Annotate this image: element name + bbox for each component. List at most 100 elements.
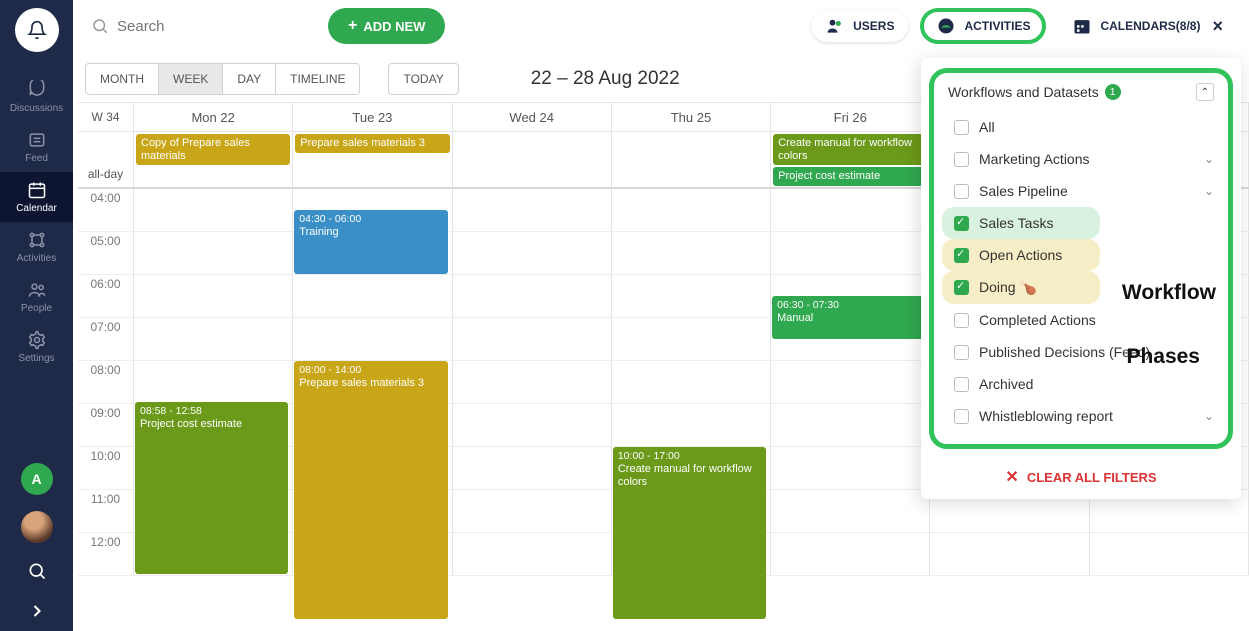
checkbox[interactable] (954, 280, 969, 295)
sidebar-search-button[interactable] (27, 561, 47, 581)
calendar-event[interactable]: 04:30 - 06:00Training (294, 210, 447, 274)
people-icon (27, 280, 47, 300)
tab-month[interactable]: MONTH (86, 64, 159, 94)
close-icon[interactable]: × (1212, 16, 1223, 37)
time-label: 04:00 (78, 189, 134, 231)
checkbox[interactable] (954, 152, 969, 167)
calendar-small-icon (1072, 16, 1092, 36)
filters-title-row[interactable]: Workflows and Datasets 1 ⌃ (942, 83, 1220, 111)
close-icon: ✕ (1005, 467, 1018, 487)
sidebar-label: Settings (18, 353, 54, 364)
sidebar-label: People (21, 303, 52, 314)
checkbox[interactable] (954, 248, 969, 263)
checkbox[interactable] (954, 313, 969, 328)
avatar-letter[interactable]: A (21, 463, 53, 495)
today-button[interactable]: TODAY (388, 63, 458, 95)
time-label: 10:00 (78, 447, 134, 489)
day-header: Wed 24 (453, 103, 612, 131)
sidebar-expand-button[interactable] (27, 601, 47, 621)
sidebar-item-settings[interactable]: Settings (0, 322, 73, 372)
filter-label: Open Actions (979, 247, 1062, 263)
allday-event[interactable]: Copy of Prepare sales materials (136, 134, 290, 165)
checkbox[interactable] (954, 409, 969, 424)
users-label: USERS (853, 19, 894, 33)
checkbox[interactable] (954, 120, 969, 135)
calendar-controls: MONTH WEEK DAY TIMELINE TODAY 22 – 28 Au… (85, 60, 929, 98)
users-icon (825, 16, 845, 36)
filter-label: Archived (979, 376, 1033, 392)
event-title: Create manual for workflow colors (618, 463, 752, 488)
avatar-image[interactable] (21, 511, 53, 543)
day-header: Mon 22 (134, 103, 293, 131)
filter-row[interactable]: Doing 🍗 (942, 271, 1100, 304)
calendars-pill[interactable]: CALENDARS(8/8) × (1058, 10, 1237, 43)
time-label: 11:00 (78, 490, 134, 532)
add-new-label: ADD NEW (363, 19, 425, 34)
sidebar-item-people[interactable]: People (0, 272, 73, 322)
allday-event[interactable]: Prepare sales materials 3 (295, 134, 449, 153)
allday-event[interactable]: Project cost estimate (773, 167, 927, 186)
clear-filters-button[interactable]: ✕ CLEAR ALL FILTERS (921, 459, 1241, 487)
event-time: 08:00 - 14:00 (299, 364, 442, 377)
checkbox[interactable] (954, 184, 969, 199)
notifications-button[interactable] (15, 8, 59, 52)
calendar-event[interactable]: 10:00 - 17:00Create manual for workflow … (613, 447, 766, 619)
allday-cell-fri[interactable]: Create manual for workflow colors Projec… (771, 132, 930, 187)
checkbox[interactable] (954, 377, 969, 392)
checkbox[interactable] (954, 216, 969, 231)
chevron-right-icon (27, 601, 47, 621)
filter-row[interactable]: All (942, 111, 1220, 143)
activities-pill[interactable]: ACTIVITIES (920, 8, 1046, 44)
left-sidebar: Discussions Feed Calendar Activities Peo… (0, 0, 73, 631)
filter-label: Sales Tasks (979, 215, 1053, 231)
filter-row[interactable]: Marketing Actions ⌄ (942, 143, 1220, 175)
tab-timeline[interactable]: TIMELINE (276, 64, 359, 94)
calendar-event[interactable]: 06:30 - 07:30Manual (772, 296, 925, 339)
allday-cell-tue[interactable]: Prepare sales materials 3 (293, 132, 452, 187)
chevron-down-icon[interactable]: ⌄ (1204, 184, 1214, 198)
time-label: 06:00 (78, 275, 134, 317)
collapse-button[interactable]: ⌃ (1196, 83, 1214, 101)
checkbox[interactable] (954, 345, 969, 360)
sidebar-item-activities[interactable]: Activities (0, 222, 73, 272)
tab-day[interactable]: DAY (223, 64, 276, 94)
filter-row[interactable]: Sales Pipeline⌄ (942, 175, 1220, 207)
calendar-event[interactable]: 08:00 - 14:00Prepare sales materials 3 (294, 361, 447, 619)
activities-label: ACTIVITIES (964, 19, 1030, 33)
time-label: 05:00 (78, 232, 134, 274)
chevron-down-icon[interactable]: ⌄ (1204, 409, 1214, 423)
filter-label: Marketing Actions (979, 151, 1090, 167)
filters-panel: Workflows and Datasets 1 ⌃ AllMarketing … (921, 58, 1241, 499)
allday-cell-mon[interactable]: Copy of Prepare sales materials (134, 132, 293, 187)
allday-event[interactable]: Create manual for workflow colors (773, 134, 927, 165)
search-box[interactable] (85, 17, 316, 35)
date-range: 22 – 28 Aug 2022 (531, 68, 680, 90)
allday-cell-wed[interactable] (453, 132, 612, 187)
filter-row[interactable]: Whistleblowing report⌄ (942, 400, 1220, 432)
add-new-button[interactable]: + ADD NEW (328, 8, 445, 44)
feed-icon (27, 130, 47, 150)
search-icon (91, 17, 109, 35)
chevron-down-icon[interactable]: ⌄ (1204, 152, 1214, 166)
clear-filters-label: CLEAR ALL FILTERS (1027, 470, 1157, 485)
sidebar-item-feed[interactable]: Feed (0, 122, 73, 172)
search-input[interactable] (117, 18, 316, 35)
filter-row[interactable]: Open Actions (942, 239, 1100, 271)
users-pill[interactable]: USERS (811, 10, 908, 42)
sidebar-item-calendar[interactable]: Calendar (0, 172, 73, 222)
allday-label: all-day (78, 132, 134, 187)
time-label: 09:00 (78, 404, 134, 446)
day-header: Thu 25 (612, 103, 771, 131)
calendar-icon (27, 180, 47, 200)
filter-label: Published Decisions (Feed) (979, 344, 1150, 360)
filters-title: Workflows and Datasets (948, 84, 1099, 100)
calendar-event[interactable]: 08:58 - 12:58Project cost estimate (135, 402, 288, 574)
event-title: Training (299, 226, 338, 238)
day-header: Fri 26 (771, 103, 930, 131)
sidebar-item-discussions[interactable]: Discussions (0, 72, 73, 122)
tab-week[interactable]: WEEK (159, 64, 223, 94)
filter-row[interactable]: Sales Tasks (942, 207, 1100, 239)
filter-row[interactable]: Completed Actions (942, 304, 1220, 336)
filter-row[interactable]: Archived (942, 368, 1220, 400)
allday-cell-thu[interactable] (612, 132, 771, 187)
